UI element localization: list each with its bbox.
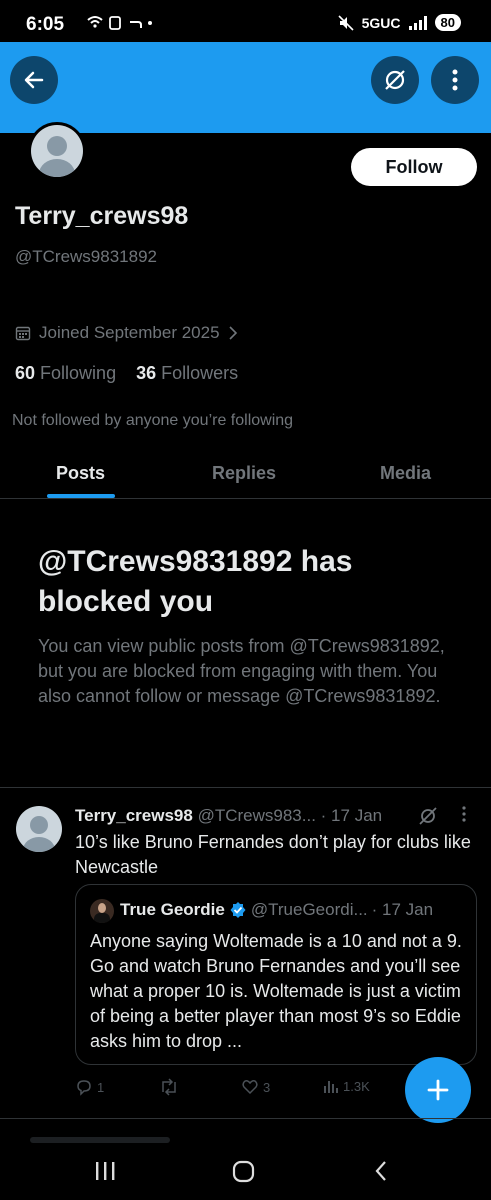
followers-label: Followers: [161, 363, 239, 383]
profile-banner: [0, 42, 491, 133]
tab-replies[interactable]: Replies: [212, 463, 276, 484]
back-button[interactable]: [10, 56, 58, 104]
battery-badge: 80: [434, 14, 461, 31]
followers-link[interactable]: 36 Followers: [136, 363, 238, 383]
follow-stats: 60 Following 36 Followers: [15, 363, 238, 384]
like-action[interactable]: 3: [241, 1078, 270, 1096]
default-avatar-icon: [31, 125, 83, 177]
signal-icon: [408, 15, 427, 30]
views-action[interactable]: 1.3K: [323, 1078, 370, 1094]
calendar-icon: [15, 326, 31, 341]
repost-action[interactable]: [159, 1078, 183, 1096]
reply-action[interactable]: 1: [75, 1078, 104, 1096]
wifi-call-icon: [87, 16, 152, 30]
more-button[interactable]: [431, 56, 479, 104]
divider: [0, 1118, 491, 1119]
quoted-tweet[interactable]: True Geordie @TrueGeordi... · 17 Jan Any…: [75, 884, 477, 1065]
quote-text: Anyone saying Woltemade is a 10 and not …: [90, 931, 462, 1051]
quote-avatar: [90, 899, 114, 923]
plus-icon: [427, 1079, 449, 1101]
grok-icon: [419, 807, 437, 825]
display-name: Terry_crews98: [15, 202, 189, 230]
tweet-more-button[interactable]: [462, 806, 466, 827]
grok-icon: [385, 70, 405, 90]
more-vertical-icon: [452, 69, 458, 91]
profile-handle: @TCrews9831892: [15, 247, 157, 266]
quote-header: True Geordie @TrueGeordi... · 17 Jan: [120, 900, 433, 920]
tweet-author-name[interactable]: Terry_crews98: [75, 806, 193, 825]
tweet-date: · 17 Jan: [320, 806, 383, 825]
active-tab-indicator: [47, 494, 115, 498]
heart-icon: [242, 1080, 258, 1095]
tweet-author-handle: @TCrews983...: [197, 806, 316, 825]
network-type: 5GUC: [361, 14, 401, 31]
following-label: Following: [40, 363, 117, 383]
quote-date: · 17 Jan: [371, 900, 434, 919]
status-time: 6:05: [26, 14, 65, 35]
recent-apps-icon: [96, 1162, 115, 1180]
system-nav-bar: [0, 1146, 491, 1200]
profile-tabs: Posts Replies Media: [0, 447, 491, 499]
profile-avatar[interactable]: [28, 122, 86, 180]
view-count: 1.3K: [343, 1078, 370, 1094]
quote-author-handle: @TrueGeordi...: [250, 900, 368, 919]
chevron-right-icon: [228, 326, 237, 340]
tweet-header: Terry_crews98 @TCrews983... · 17 Jan: [75, 806, 382, 826]
home-icon: [232, 1160, 255, 1183]
followers-count: 36: [136, 363, 157, 383]
blocked-title: @TCrews9831892 has blocked you: [38, 545, 353, 618]
joined-label: Joined September 2025: [39, 323, 220, 342]
follow-button[interactable]: Follow: [351, 148, 477, 186]
tweet-actions: 1 3 1.3K: [75, 1078, 395, 1102]
reply-icon: [77, 1080, 91, 1096]
tab-media[interactable]: Media: [380, 463, 431, 484]
verified-badge-icon: [230, 902, 246, 918]
reply-count: 1: [97, 1079, 105, 1095]
like-count: 3: [263, 1079, 271, 1095]
arrow-left-icon: [24, 71, 44, 89]
not-followed-text: Not followed by anyone you’re following: [12, 412, 294, 429]
mute-icon: [338, 14, 354, 31]
following-count: 60: [15, 363, 36, 383]
divider: [0, 787, 491, 788]
joined-date[interactable]: Joined September 2025: [15, 323, 238, 343]
blocked-message: You can view public posts from @TCrews98…: [38, 636, 445, 706]
views-icon: [324, 1081, 338, 1093]
notification-icons: [86, 14, 156, 37]
tab-posts[interactable]: Posts: [56, 463, 105, 484]
grok-button[interactable]: [371, 56, 419, 104]
more-vertical-icon: [462, 806, 466, 822]
tweet-grok-button[interactable]: [418, 806, 438, 831]
tweet-avatar[interactable]: [16, 806, 62, 852]
following-link[interactable]: 60 Following: [15, 363, 116, 383]
status-right: 5GUC 80: [338, 14, 461, 31]
back-nav-icon: [375, 1161, 386, 1181]
status-bar: 6:05 5GUC 80: [0, 0, 491, 42]
quote-author-name: True Geordie: [120, 900, 225, 919]
nav-buttons: [96, 1160, 386, 1183]
next-post-peek: [30, 1137, 170, 1143]
repost-icon: [162, 1078, 176, 1096]
compose-button[interactable]: [405, 1057, 471, 1123]
tweet-text: 10’s like Bruno Fernandes don’t play for…: [75, 832, 471, 877]
